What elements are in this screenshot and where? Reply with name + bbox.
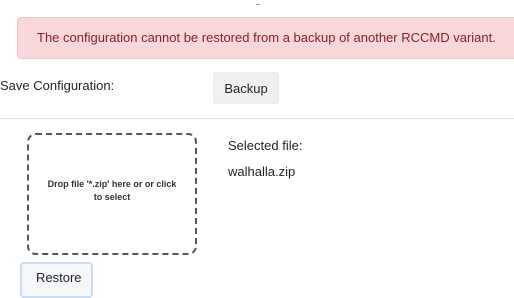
dropzone-text: Drop file '*.zip' here or or click to se… [47,179,177,202]
error-alert-message: The configuration cannot be restored fro… [37,30,496,45]
restore-button[interactable]: Restore [20,262,93,298]
top-edge-mark [256,4,260,5]
error-alert: The configuration cannot be restored fro… [17,17,514,59]
selected-file-label: Selected file: [228,138,303,153]
selected-file-name: walhalla.zip [228,164,296,179]
save-configuration-label: Save Configuration: [0,78,115,93]
backup-button[interactable]: Backup [213,72,279,104]
section-divider [0,118,514,119]
file-dropzone[interactable]: Drop file '*.zip' here or or click to se… [27,133,197,255]
